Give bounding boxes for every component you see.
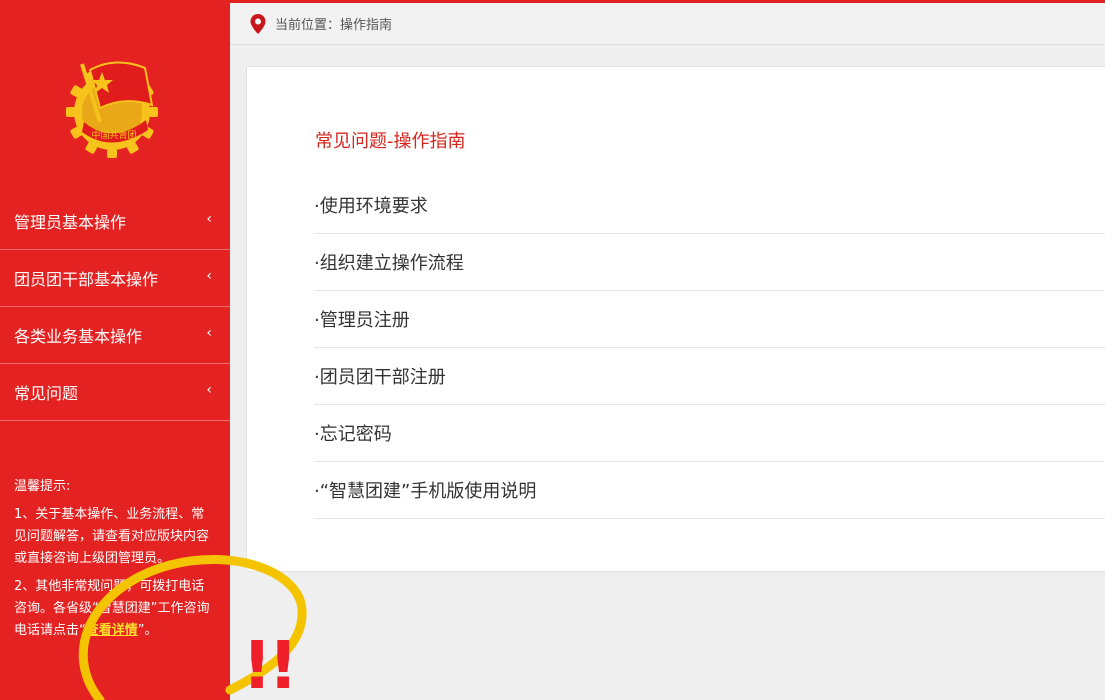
breadcrumb-current[interactable]: 操作指南 [340,14,392,33]
chevron-left-icon: ‹ [206,268,212,284]
content-panel: 常见问题-操作指南 ·使用环境要求 ·组织建立操作流程 ·管理员注册 ·团员团干… [246,66,1105,572]
tip-2: 2、其他非常规问题，可拨打电话咨询。各省级“智慧团建”工作咨询电话请点击“查看详… [14,576,214,642]
breadcrumb: 当前位置： 操作指南 [230,3,1105,45]
sidebar-item-label: 团员团干部基本操作 [14,270,159,289]
sidebar: 中国共青团 管理员基本操作 ‹ 团员团干部基本操作 ‹ 各类业务基本操作 ‹ 常… [0,0,230,700]
sidebar-item-label: 各类业务基本操作 [14,327,143,346]
tip-1: 1、关于基本操作、业务流程、常见问题解答，请查看对应版块内容或直接咨询上级团管理… [14,507,210,566]
list-item[interactable]: ·忘记密码 [314,405,1105,462]
list-item[interactable]: ·团员团干部注册 [314,348,1105,405]
list-item[interactable]: ·使用环境要求 [314,177,1105,234]
chevron-left-icon: ‹ [206,211,212,227]
chevron-left-icon: ‹ [206,325,212,341]
sidebar-item-admin-basic[interactable]: 管理员基本操作 ‹ [0,193,230,250]
sidebar-item-label: 管理员基本操作 [14,213,127,232]
communist-youth-league-emblem: 中国共青团 [66,61,158,158]
tips-title: 温馨提示: [14,479,71,494]
exclamation-marks: !! [242,627,294,700]
guide-list: ·使用环境要求 ·组织建立操作流程 ·管理员注册 ·团员团干部注册 ·忘记密码 … [314,177,1105,519]
sidebar-menu: 管理员基本操作 ‹ 团员团干部基本操作 ‹ 各类业务基本操作 ‹ 常见问题 ‹ [0,193,230,421]
list-item[interactable]: ·管理员注册 [314,291,1105,348]
tip-2-suffix: ”。 [137,623,158,638]
list-item[interactable]: ·组织建立操作流程 [314,234,1105,291]
breadcrumb-prefix: 当前位置： [275,18,341,33]
sidebar-item-member-basic[interactable]: 团员团干部基本操作 ‹ [0,250,230,307]
sidebar-item-label: 常见问题 [14,384,79,403]
view-details-link[interactable]: 查看详情 [86,623,138,638]
chevron-left-icon: ‹ [206,382,212,398]
sidebar-item-business-basic[interactable]: 各类业务基本操作 ‹ [0,307,230,364]
tips-section: 温馨提示: 1、关于基本操作、业务流程、常见问题解答，请查看对应版块内容或直接咨… [14,476,214,648]
svg-text:中国共青团: 中国共青团 [91,129,136,141]
page-title: 常见问题-操作指南 [315,131,466,152]
list-item[interactable]: ·“智慧团建”手机版使用说明 [314,462,1105,519]
sidebar-item-faq[interactable]: 常见问题 ‹ [0,364,230,421]
location-pin-icon [250,13,266,34]
